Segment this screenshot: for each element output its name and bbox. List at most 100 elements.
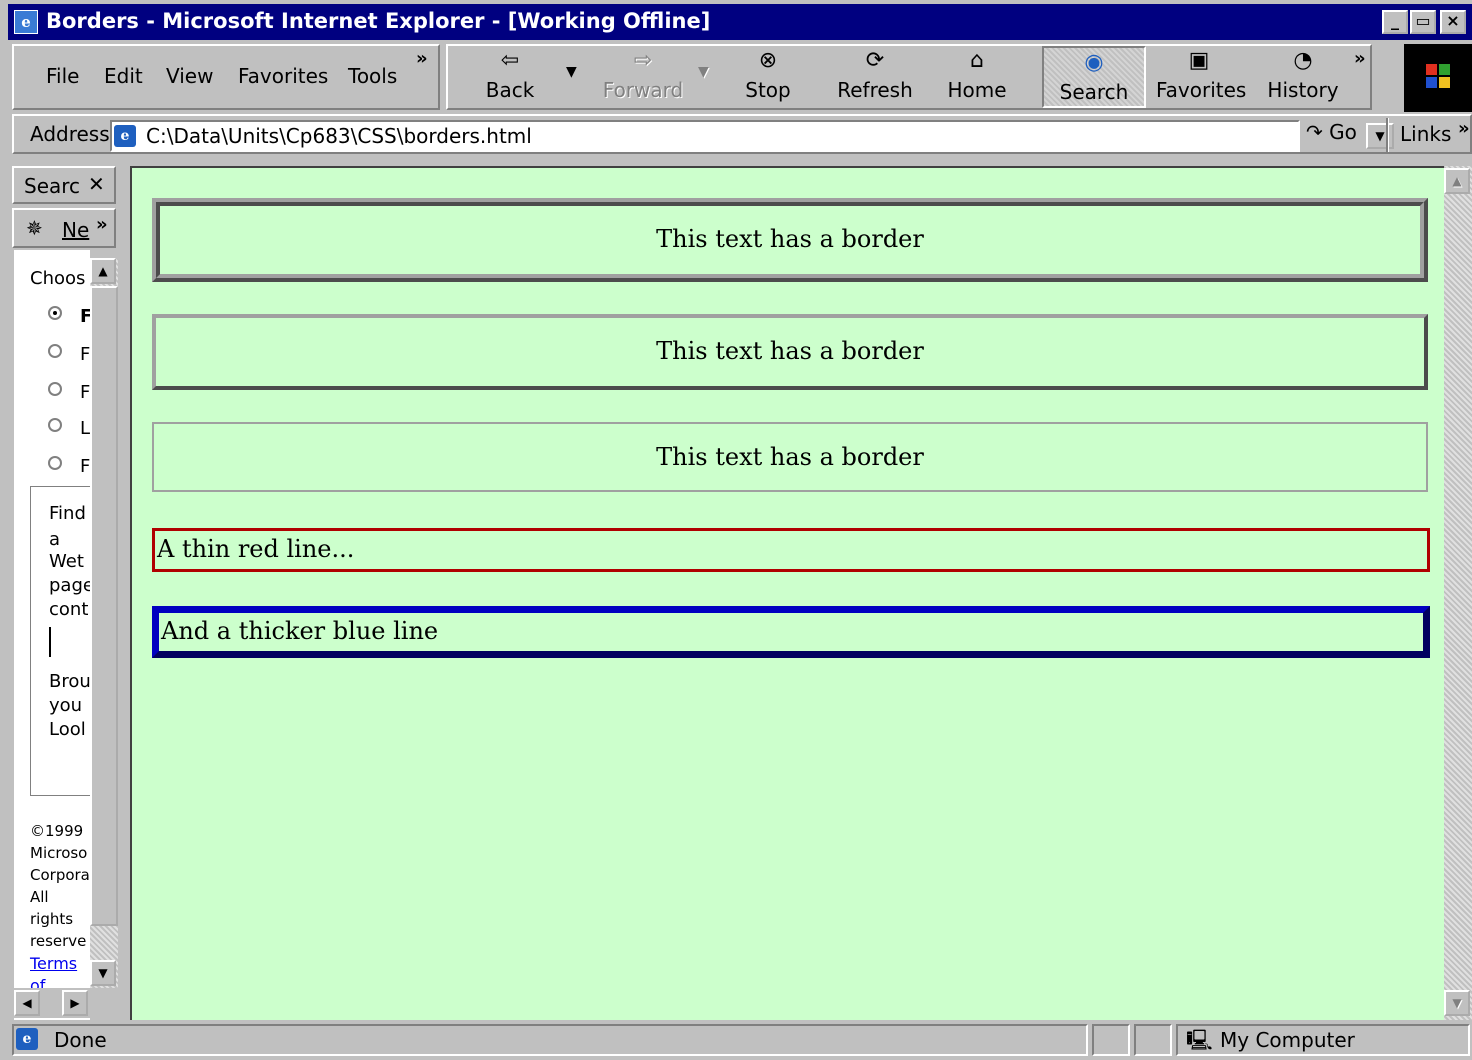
category-radio-5[interactable]: [48, 456, 62, 470]
toolbar-overflow-chevron-icon[interactable]: »: [1354, 48, 1366, 69]
close-button[interactable]: ×: [1440, 10, 1466, 34]
status-ie-icon: e: [16, 1028, 38, 1050]
ie-app-icon[interactable]: e: [14, 10, 38, 34]
menu-overflow-chevron-icon[interactable]: »: [416, 48, 428, 69]
choose-category-label: Choos: [30, 268, 86, 289]
forward-dropdown-icon[interactable]: ▼: [698, 64, 709, 80]
find-line-2: a: [49, 529, 61, 550]
find-line-3: Wet: [49, 551, 84, 572]
find-web-page-panel: Find a Wet page cont Brou you Lool: [30, 486, 94, 796]
links-divider: [1386, 118, 1389, 152]
new-search-button[interactable]: Ne: [62, 218, 89, 242]
menu-bar: File Edit View Favorites Tools »: [12, 44, 440, 110]
explorer-close-icon[interactable]: ✕: [88, 172, 105, 196]
copyright-line-4: All: [30, 888, 49, 906]
page-content: This text has a border This text has a b…: [130, 166, 1444, 1020]
category-option-5: F: [80, 456, 91, 477]
explorer-scroll-up-icon[interactable]: ▲: [90, 258, 116, 284]
stop-button[interactable]: ⊗ Stop: [730, 46, 806, 108]
search-button[interactable]: ◉ Search: [1042, 46, 1146, 108]
home-icon: ⌂: [970, 48, 984, 73]
status-cell-lock: [1134, 1024, 1172, 1056]
refresh-button[interactable]: ⟳ Refresh: [828, 46, 922, 108]
go-button[interactable]: ↷ Go: [1306, 120, 1357, 144]
explorer-scroll-right-icon[interactable]: ▶: [62, 990, 88, 1016]
copyright-line-3: Corpora: [30, 866, 90, 884]
page-scroll-down-icon[interactable]: ▼: [1444, 990, 1470, 1016]
category-radio-1[interactable]: [48, 306, 62, 320]
history-icon: ◔: [1293, 48, 1313, 73]
status-zone-cell: 🖳 My Computer: [1176, 1024, 1470, 1056]
copyright-line-2: Microso: [30, 844, 88, 862]
back-button[interactable]: ⇦ Back: [470, 46, 550, 108]
category-radio-2[interactable]: [48, 344, 62, 358]
minimize-button[interactable]: _: [1382, 10, 1408, 34]
page-scroll-up-icon[interactable]: ▲: [1444, 168, 1470, 194]
thick-blue-border-box: And a thicker blue line: [152, 606, 1430, 658]
back-dropdown-icon[interactable]: ▼: [566, 64, 577, 80]
refresh-icon: ⟳: [865, 48, 885, 73]
favorites-folder-icon: ▣: [1188, 48, 1210, 73]
explorer-header: Searc ✕: [12, 166, 116, 204]
stop-icon: ⊗: [758, 48, 778, 73]
copyright-line-6: reserve: [30, 932, 87, 950]
explorer-new-toolbar: ✵ Ne »: [12, 208, 116, 248]
copyright-line-5: rights: [30, 910, 74, 928]
explorer-hscrollbar[interactable]: ◀ ▶: [14, 988, 118, 1018]
title-bar: e Borders - Microsoft Internet Explorer …: [8, 4, 1472, 40]
status-cell-progress: [1092, 1024, 1130, 1056]
forward-button[interactable]: ⇨ Forward: [598, 46, 688, 108]
browse-line-3: Lool: [49, 719, 86, 740]
solid-border-box: This text has a border: [152, 422, 1428, 492]
terms-link[interactable]: Terms: [30, 954, 77, 973]
explorer-scroll-thumb[interactable]: [90, 286, 118, 926]
my-computer-icon: 🖳: [1186, 1028, 1213, 1052]
browse-line-1: Brou: [49, 671, 91, 692]
explorer-scroll-left-icon[interactable]: ◀: [14, 990, 40, 1016]
menu-tools[interactable]: Tools: [348, 64, 397, 88]
links-button[interactable]: Links: [1400, 122, 1451, 146]
status-bar: e Done 🖳 My Computer: [8, 1022, 1472, 1059]
search-globe-icon: ◉: [1084, 50, 1104, 75]
links-overflow-chevron-icon[interactable]: »: [1458, 118, 1470, 139]
category-option-2: F: [80, 344, 91, 365]
menu-view[interactable]: View: [166, 64, 213, 88]
explorer-overflow-chevron-icon[interactable]: »: [96, 214, 108, 235]
find-line-4: page: [49, 575, 94, 596]
forward-arrow-icon: ⇨: [633, 48, 653, 73]
page-scrollbar[interactable]: ▲ ▼: [1444, 166, 1472, 1020]
ridge-border-box: This text has a border: [152, 198, 1428, 282]
menu-edit[interactable]: Edit: [104, 64, 143, 88]
copyright-line-1: ©1999: [30, 822, 84, 840]
home-button[interactable]: ⌂ Home: [942, 46, 1012, 108]
go-arrow-icon: ↷: [1306, 120, 1323, 144]
category-radio-4[interactable]: [48, 418, 62, 432]
standard-toolbar: ⇦ Back ▼ ⇨ Forward ▼ ⊗ Stop ⟳ Refresh ⌂ …: [446, 44, 1372, 110]
status-text: Done: [54, 1028, 107, 1052]
windows-logo-throbber: [1404, 44, 1472, 112]
address-label: Address: [30, 122, 110, 146]
address-dropdown-icon[interactable]: ▼: [1366, 123, 1394, 149]
address-input[interactable]: e C:\Data\Units\Cp683\CSS\borders.html ▼: [110, 120, 1394, 152]
new-search-icon[interactable]: ✵: [26, 216, 43, 240]
category-option-4: L: [80, 418, 91, 439]
menu-file[interactable]: File: [46, 64, 79, 88]
status-zone: My Computer: [1220, 1028, 1355, 1052]
explorer-scrollbar[interactable]: ▲ ▼: [90, 258, 118, 988]
maximize-button[interactable]: ▭: [1410, 10, 1436, 34]
favorites-button[interactable]: ▣ Favorites: [1156, 46, 1246, 108]
windows-flag-icon: [1426, 64, 1450, 88]
search-pane: Choos F F F L F Find a Wet page cont Bro…: [14, 250, 94, 1020]
browse-line-2: you: [49, 695, 83, 716]
explorer-scroll-down-icon[interactable]: ▼: [90, 960, 116, 986]
explorer-title: Searc: [24, 174, 81, 198]
page-ie-icon: e: [114, 125, 136, 147]
thin-red-border-box: A thin red line...: [152, 528, 1430, 572]
menu-favorites[interactable]: Favorites: [238, 64, 328, 88]
search-text-input[interactable]: [49, 627, 93, 657]
find-line-5: cont: [49, 599, 89, 620]
category-radio-3[interactable]: [48, 382, 62, 396]
back-arrow-icon: ⇦: [500, 48, 520, 73]
history-button[interactable]: ◔ History: [1264, 46, 1342, 108]
category-option-3: F: [80, 382, 91, 403]
